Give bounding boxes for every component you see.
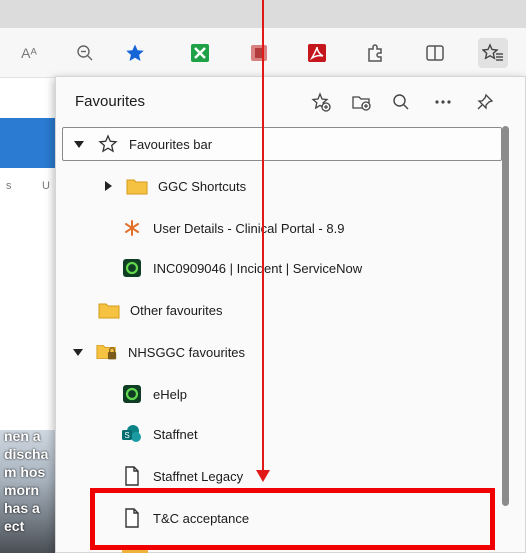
add-folder-button[interactable] bbox=[346, 87, 376, 117]
photo-text: ect bbox=[4, 518, 25, 534]
pin-button[interactable] bbox=[470, 87, 500, 117]
tree-item-favourites-bar[interactable]: Favourites bar bbox=[62, 127, 502, 161]
excel-extension[interactable] bbox=[185, 38, 215, 68]
svg-text:S: S bbox=[124, 431, 129, 440]
star-outline-icon bbox=[97, 134, 119, 154]
extension-icon bbox=[251, 45, 267, 61]
item-label: Favourites bar bbox=[129, 136, 213, 152]
page-icon bbox=[121, 466, 143, 486]
panel-title: Favourites bbox=[75, 93, 146, 110]
favourite-star-button[interactable] bbox=[120, 38, 150, 68]
scrollbar-thumb[interactable] bbox=[502, 126, 509, 506]
panel-scrollbar[interactable] bbox=[500, 126, 510, 553]
caret-down-icon[interactable] bbox=[73, 140, 85, 148]
managed-folder-icon bbox=[96, 342, 118, 362]
sharepoint-icon: S bbox=[121, 424, 143, 444]
tree-item-staffnet[interactable]: S Staffnet bbox=[121, 417, 198, 451]
item-label: User Details - Clinical Portal - 8.9 bbox=[153, 220, 345, 236]
caret-down-icon[interactable] bbox=[72, 348, 84, 356]
annotation-arrow bbox=[262, 0, 264, 470]
item-label: eHelp bbox=[153, 386, 187, 402]
pin-icon bbox=[477, 93, 494, 110]
folder-icon bbox=[126, 176, 148, 196]
star-plus-icon bbox=[311, 92, 331, 112]
item-label: Other favourites bbox=[130, 302, 223, 318]
star-filled-icon bbox=[126, 44, 144, 61]
photo-text: has a bbox=[4, 500, 40, 516]
puzzle-icon bbox=[368, 44, 382, 62]
read-aloud-button[interactable]: Aᴬ bbox=[14, 38, 44, 68]
favourites-button[interactable] bbox=[478, 38, 508, 68]
pdf-icon bbox=[308, 44, 326, 62]
favourites-panel: Favourites Favourites bar GGC Shortcuts … bbox=[55, 76, 526, 553]
tree-item-nhsggc-favourites[interactable]: NHSGGC favourites bbox=[72, 335, 245, 369]
pdf-extension[interactable] bbox=[302, 38, 332, 68]
photo-text: morn bbox=[4, 482, 39, 498]
split-screen-icon bbox=[426, 45, 444, 61]
zoom-out-icon bbox=[77, 45, 93, 61]
extensions-button[interactable] bbox=[360, 38, 390, 68]
photo-text: discha bbox=[4, 446, 49, 462]
item-label: NHSGGC favourites bbox=[128, 344, 246, 360]
page-photo: nen a discha m hos morn has a ect bbox=[0, 430, 56, 553]
tree-item-servicenow-incident[interactable]: INC0909046 | Incident | ServiceNow bbox=[121, 251, 362, 285]
tree-item-user-details[interactable]: User Details - Clinical Portal - 8.9 bbox=[121, 211, 344, 245]
annotation-arrowhead bbox=[256, 470, 270, 482]
item-label: Staffnet bbox=[153, 426, 198, 442]
more-icon bbox=[435, 100, 451, 104]
item-label: Staffnet Legacy bbox=[153, 468, 244, 484]
excel-icon bbox=[191, 44, 209, 62]
page-tab[interactable]: U bbox=[42, 180, 50, 192]
photo-text: nen a bbox=[4, 430, 41, 444]
zoom-button[interactable] bbox=[70, 38, 100, 68]
item-label: INC0909046 | Incident | ServiceNow bbox=[153, 260, 363, 276]
tree-item-ggc-shortcuts[interactable]: GGC Shortcuts bbox=[102, 169, 246, 203]
favourites-icon bbox=[482, 43, 503, 61]
folder-plus-icon bbox=[352, 96, 371, 111]
read-aloud-icon: Aᴬ bbox=[21, 45, 37, 61]
caret-right-icon[interactable] bbox=[102, 181, 114, 191]
servicenow-icon bbox=[121, 258, 143, 278]
tree-item-other-favourites[interactable]: Other favourites bbox=[98, 293, 223, 327]
photo-text: m hos bbox=[4, 464, 46, 480]
folder-icon bbox=[98, 300, 120, 320]
split-screen-button[interactable] bbox=[420, 38, 450, 68]
page-tab[interactable]: s bbox=[6, 180, 12, 192]
page-banner bbox=[0, 118, 58, 168]
extension-2[interactable] bbox=[244, 38, 274, 68]
annotation-highlight-box bbox=[90, 488, 495, 550]
more-options-button[interactable] bbox=[428, 87, 458, 117]
tree-item-ehelp[interactable]: eHelp bbox=[121, 377, 187, 411]
search-favourites-button[interactable] bbox=[386, 87, 416, 117]
search-icon bbox=[393, 94, 409, 110]
item-label: GGC Shortcuts bbox=[158, 178, 247, 194]
add-favourite-button[interactable] bbox=[306, 87, 336, 117]
clinical-portal-icon bbox=[121, 218, 143, 238]
servicenow-icon bbox=[121, 384, 143, 404]
